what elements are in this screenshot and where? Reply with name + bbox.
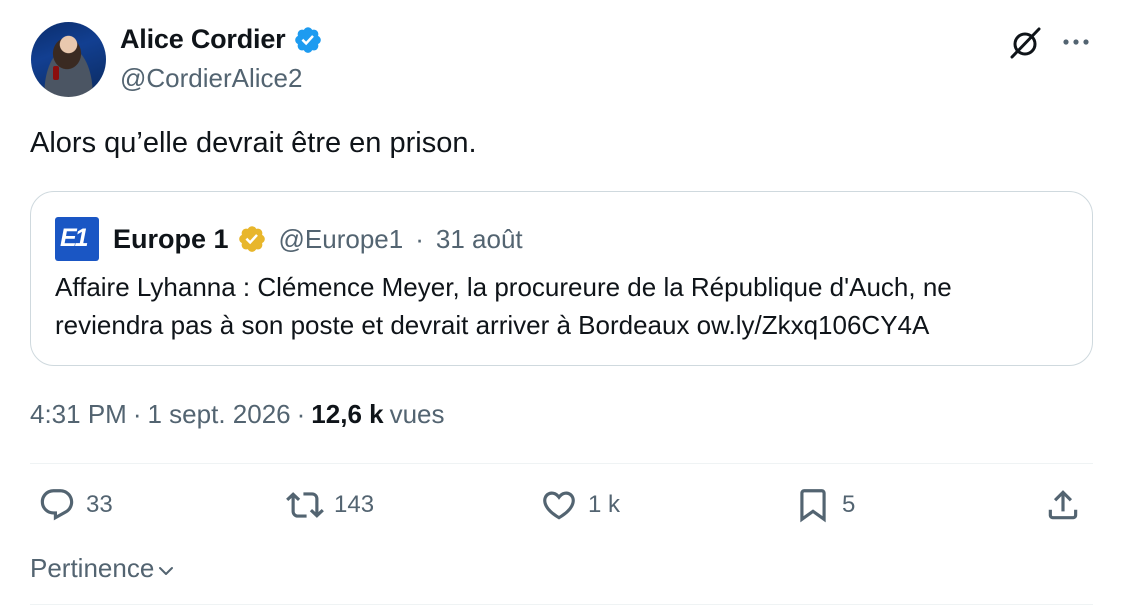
reply-button[interactable]: 33 [38, 486, 113, 524]
reply-count: 33 [86, 491, 113, 518]
views-count: 12,6 k [311, 399, 384, 429]
quoted-tweet-text: Affaire Lyhanna : Clémence Meyer, la pro… [55, 272, 952, 340]
heart-icon [543, 491, 575, 520]
author-name-row: Alice Cordier [120, 24, 323, 55]
repost-count: 143 [334, 491, 375, 518]
avatar-microphone [53, 66, 59, 80]
quoted-tweet-header: E1 Europe 1 @Europe1 · 31 août [55, 217, 523, 261]
quoted-author-handle: @Europe1 [278, 223, 404, 254]
author-name[interactable]: Alice Cordier [120, 24, 286, 55]
tweet-meta: 4:31 PM · 1 sept. 2026 · 12,6 k vues [30, 399, 445, 430]
meta-separator: · [132, 399, 142, 429]
quoted-date: 31 août [435, 223, 523, 254]
share-icon [1048, 490, 1078, 520]
tweet-date[interactable]: 1 sept. 2026 [148, 399, 291, 430]
bookmark-count: 5 [842, 491, 856, 518]
europe1-logo: E1 [55, 217, 99, 261]
chevron-down-icon [159, 566, 174, 575]
gold-verified-badge-icon [238, 226, 265, 252]
repost-button[interactable]: 143 [286, 486, 374, 524]
repost-icon [286, 492, 324, 518]
europe1-logo-text: E1 [60, 224, 89, 252]
quoted-author-name: Europe 1 [113, 223, 229, 254]
reply-icon [40, 489, 74, 521]
views-label: vues [389, 399, 445, 429]
avatar[interactable] [31, 22, 106, 97]
like-count: 1 k [588, 491, 621, 518]
quoted-separator: · [415, 223, 424, 254]
tweet-time[interactable]: 4:31 PM [30, 399, 127, 430]
bookmark-button[interactable]: 5 [794, 486, 855, 524]
bookmark-icon [800, 489, 826, 523]
action-bar: 33 143 1 k 5 [30, 486, 1093, 534]
verified-badge-icon [295, 26, 322, 53]
meta-separator: · [296, 399, 306, 429]
sort-dropdown[interactable]: Pertinence [30, 553, 176, 584]
grok-icon[interactable] [1006, 24, 1044, 62]
tweet-text: Alors qu’elle devrait être en prison. [30, 127, 477, 159]
sort-label: Pertinence [30, 553, 155, 583]
share-button[interactable] [1044, 486, 1082, 524]
quoted-tweet[interactable]: E1 Europe 1 @Europe1 · 31 août Affaire L… [30, 191, 1093, 366]
divider [30, 604, 1093, 605]
author-handle[interactable]: @CordierAlice2 [120, 63, 302, 94]
like-button[interactable]: 1 k [540, 486, 620, 524]
divider [30, 463, 1093, 464]
more-icon[interactable] [1058, 28, 1094, 56]
